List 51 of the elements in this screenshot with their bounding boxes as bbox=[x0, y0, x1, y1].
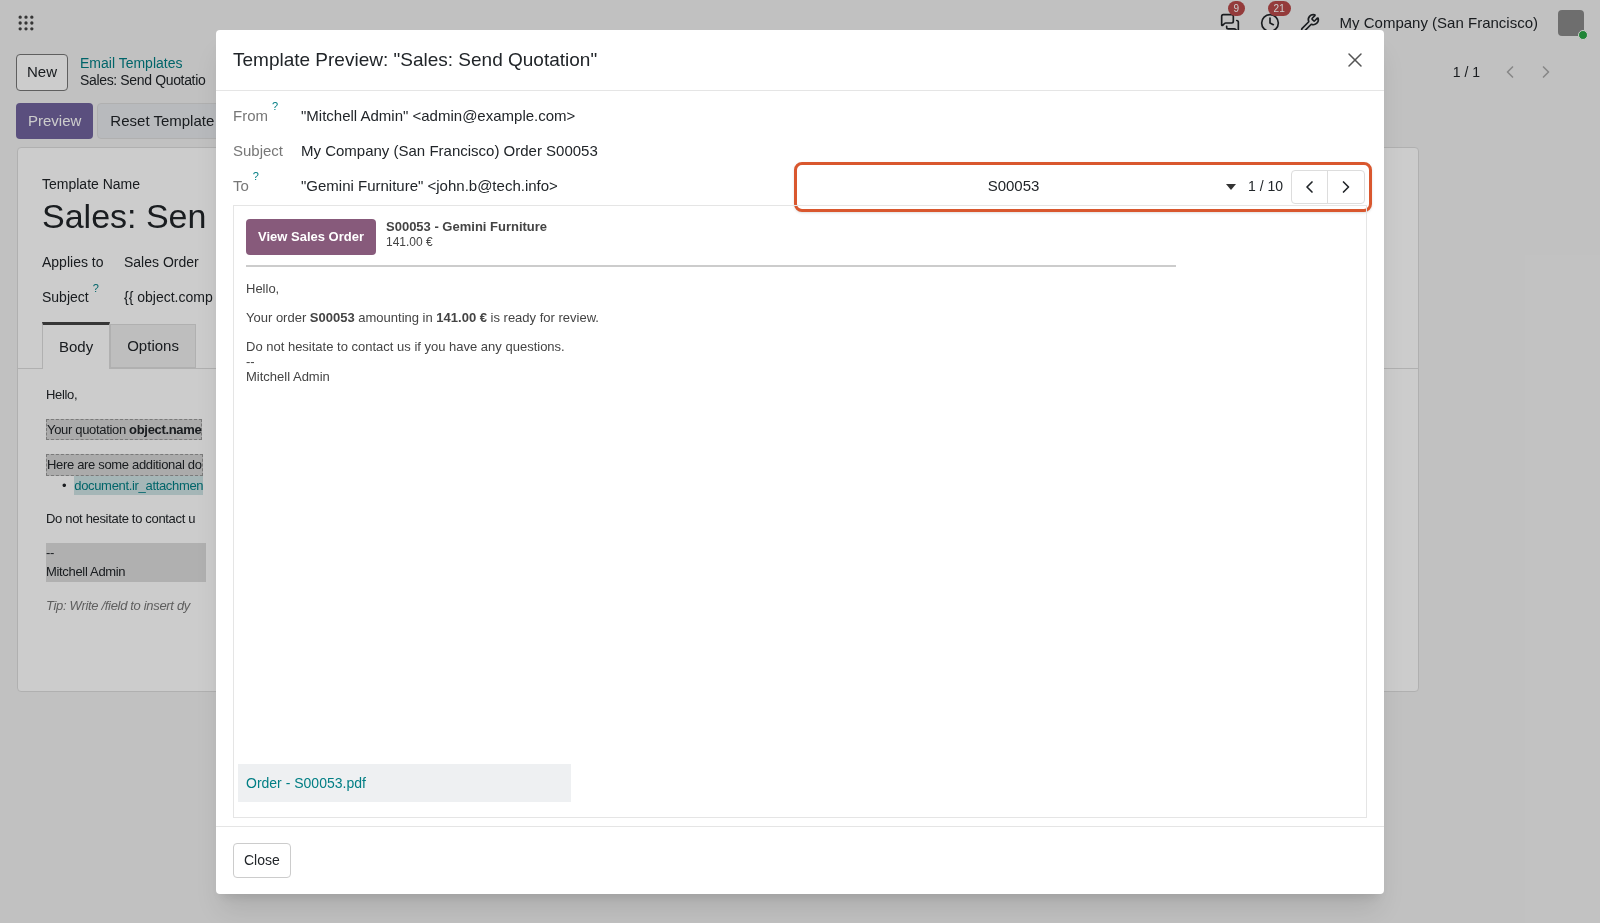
activities-icon[interactable] bbox=[1259, 13, 1280, 33]
body-text: Here are some additional do bbox=[46, 454, 203, 476]
field-label: Template Name bbox=[42, 175, 141, 194]
online-status-icon bbox=[1578, 30, 1588, 40]
attachment-link[interactable]: Order - S00053.pdf bbox=[246, 772, 366, 794]
new-button[interactable]: New bbox=[16, 54, 68, 91]
dropdown-caret-icon bbox=[1225, 183, 1236, 190]
field-value: {{ object.comp bbox=[124, 287, 213, 307]
record-counter: 1 / 10 bbox=[1247, 177, 1283, 196]
attachment-link[interactable]: document.ir_attachmen bbox=[74, 475, 204, 495]
notification-count: 21 bbox=[1267, 1, 1291, 16]
email-heading: S00053 - Gemini Furniture bbox=[386, 219, 548, 236]
dialog-title: Template Preview: "Sales: Send Quotation" bbox=[233, 47, 598, 72]
breadcrumb-current: Sales: Send Quotatio bbox=[80, 72, 206, 90]
help-mark[interactable]: ? bbox=[92, 282, 99, 294]
help-mark[interactable]: ? bbox=[272, 101, 279, 113]
messages-icon[interactable] bbox=[1219, 13, 1240, 33]
pager-counter: 1 / 1 bbox=[1452, 62, 1480, 82]
body-text: Hello, bbox=[46, 386, 78, 404]
field-value: Sales Order bbox=[124, 252, 199, 272]
email-amount: 141.00 € bbox=[386, 235, 434, 251]
help-mark[interactable]: ? bbox=[252, 171, 259, 183]
email-paragraph: Your order S00053 amounting in 141.00 € is ready for review. bbox=[246, 309, 600, 325]
view-sales-order-button[interactable]: View Sales Order bbox=[246, 219, 376, 255]
action-button[interactable]: Preview bbox=[16, 102, 94, 139]
editor-tip: Tip: Write /field to insert dy bbox=[46, 596, 191, 615]
close-button[interactable]: Close bbox=[233, 843, 291, 878]
field-label: Subject bbox=[42, 287, 89, 307]
tools-icon[interactable] bbox=[1299, 13, 1320, 33]
field-label: From bbox=[233, 106, 268, 127]
body-text: Do not hesitate to contact u bbox=[46, 510, 196, 528]
form-tab[interactable]: Options bbox=[110, 323, 196, 368]
body-text: Your quotation object.name bbox=[46, 418, 203, 440]
company-switcher[interactable]: My Company (San Francisco) bbox=[1339, 11, 1538, 35]
email-paragraph: Do not hesitate to contact us if you have any questions. -- Mitchell Admin bbox=[246, 338, 566, 384]
record-value: S00053 bbox=[986, 176, 1041, 197]
field-value: "Mitchell Admin" <admin@example.com> bbox=[301, 106, 576, 127]
email-paragraph: Hello, bbox=[246, 280, 281, 296]
body-text: -- Mitchell Admin bbox=[46, 542, 206, 582]
field-value: My Company (San Francisco) Order S00053 bbox=[301, 141, 598, 162]
field-label: Subject bbox=[233, 141, 284, 162]
field-label: To bbox=[233, 176, 249, 197]
bullet: • bbox=[62, 476, 67, 495]
field-label: Applies to bbox=[42, 252, 104, 272]
notification-count: 9 bbox=[1227, 1, 1246, 16]
apps-menu-icon[interactable] bbox=[16, 13, 36, 33]
template-name: Sales: Sen bbox=[42, 196, 207, 237]
breadcrumb-link[interactable]: Email Templates bbox=[80, 54, 206, 73]
form-tab[interactable]: Body bbox=[42, 321, 111, 369]
field-value: "Gemini Furniture" <john.b@tech.info> bbox=[301, 176, 558, 197]
record-dropdown[interactable]: S00053 bbox=[801, 164, 1248, 209]
